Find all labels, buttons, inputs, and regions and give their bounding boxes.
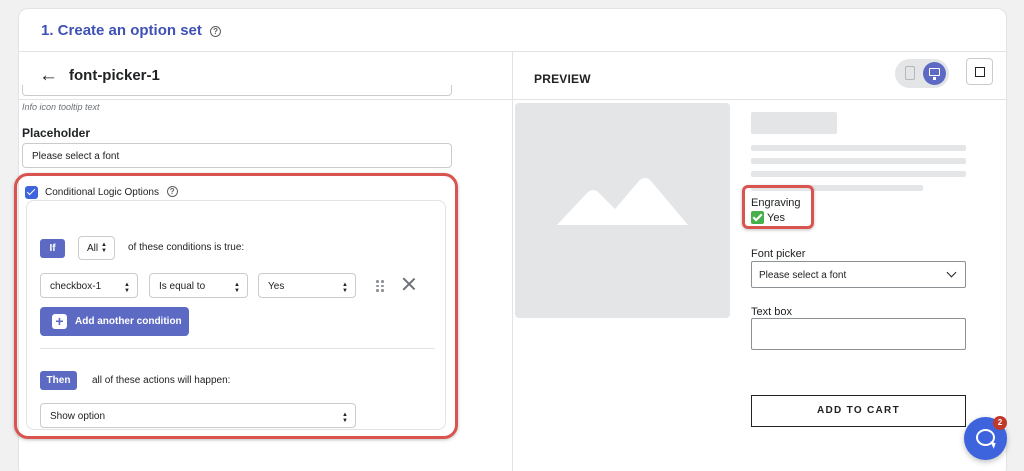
- help-icon[interactable]: ?: [166, 186, 178, 197]
- editor-title: font-picker-1: [69, 67, 160, 84]
- conditions-text: of these conditions is true:: [128, 242, 245, 253]
- condition-field-value: checkbox-1: [50, 281, 102, 292]
- card-header: 1. Create an option set ?: [19, 9, 1006, 52]
- engraving-option-label: Yes: [767, 212, 785, 224]
- card-title-text: 1. Create an option set: [41, 22, 202, 39]
- plus-icon: +: [52, 314, 67, 329]
- conditional-logic-checkbox[interactable]: [25, 186, 38, 199]
- preview-header: PREVIEW: [513, 52, 1006, 100]
- text-box-label: Text box: [751, 306, 792, 318]
- title-skeleton: [751, 112, 837, 134]
- fullscreen-button[interactable]: [966, 58, 993, 85]
- chat-notification-badge: 2: [993, 416, 1007, 430]
- text-skeleton-line: [751, 145, 966, 151]
- chevron-down-icon: [946, 267, 957, 278]
- remove-condition-close-icon[interactable]: [402, 277, 416, 291]
- action-select[interactable]: Show option ▲ ▼: [40, 403, 356, 428]
- condition-operator-value: Is equal to: [159, 281, 206, 292]
- select-arrows-icon: ▲ ▼: [234, 282, 240, 294]
- select-arrows-icon: ▲ ▼: [342, 412, 348, 424]
- actions-text: all of these actions will happen:: [92, 375, 231, 386]
- help-icon[interactable]: ?: [210, 26, 222, 37]
- card-title: 1. Create an option set ?: [41, 22, 222, 39]
- select-arrows-icon: ▲ ▼: [101, 242, 107, 254]
- engraving-label: Engraving: [751, 197, 801, 209]
- panel-divider: [512, 52, 513, 471]
- conditional-logic-label: Conditional Logic Options ?: [45, 186, 178, 198]
- placeholder-input[interactable]: Please select a font: [22, 143, 452, 168]
- add-condition-button[interactable]: + Add another condition: [40, 307, 189, 336]
- conditional-logic-text: Conditional Logic Options: [45, 187, 159, 198]
- add-condition-label: Add another condition: [75, 316, 182, 327]
- mobile-icon[interactable]: [905, 66, 915, 80]
- tooltip-helper-text: Info icon tooltip text: [22, 102, 100, 112]
- image-placeholder: [515, 103, 730, 318]
- condition-value-value: Yes: [268, 281, 285, 292]
- condition-value-select[interactable]: Yes ▲ ▼: [258, 273, 356, 298]
- action-select-value: Show option: [50, 411, 106, 422]
- back-arrow-icon[interactable]: ←: [39, 66, 58, 85]
- engraving-checkbox-icon[interactable]: [751, 211, 764, 224]
- condition-operator-select[interactable]: Is equal to ▲ ▼: [149, 273, 248, 298]
- image-placeholder-icon: [557, 178, 688, 225]
- select-arrows-icon: ▲ ▼: [342, 282, 348, 294]
- preview-label: PREVIEW: [534, 72, 591, 86]
- tooltip-text-input[interactable]: [22, 85, 452, 96]
- add-to-cart-button[interactable]: ADD TO CART: [751, 395, 966, 427]
- text-skeleton-line: [751, 171, 966, 177]
- logic-divider: [40, 348, 435, 349]
- match-select-value: All: [87, 243, 99, 254]
- if-tag: If: [40, 239, 65, 258]
- match-select[interactable]: All ▲ ▼: [78, 236, 115, 260]
- desktop-icon[interactable]: [923, 62, 946, 85]
- font-picker-value: Please select a font: [759, 270, 847, 281]
- placeholder-label: Placeholder: [22, 126, 91, 140]
- then-tag: Then: [40, 371, 77, 390]
- text-skeleton-line: [751, 158, 966, 164]
- device-toggle[interactable]: [895, 59, 949, 88]
- drag-handle-icon[interactable]: [376, 280, 385, 292]
- condition-field-select[interactable]: checkbox-1 ▲ ▼: [40, 273, 138, 298]
- font-picker-label: Font picker: [751, 248, 806, 260]
- text-box-input[interactable]: [751, 318, 966, 350]
- font-picker-select[interactable]: Please select a font: [751, 261, 966, 288]
- select-arrows-icon: ▲ ▼: [124, 282, 130, 294]
